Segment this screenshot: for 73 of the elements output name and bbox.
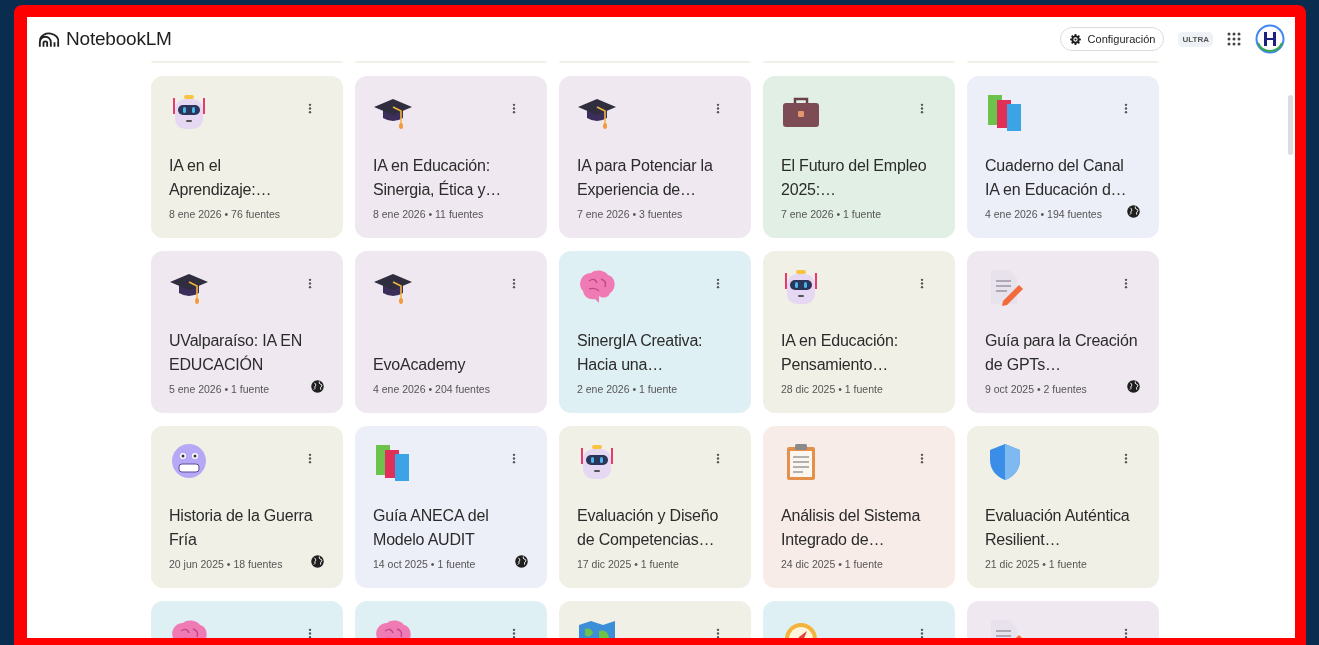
- notebook-card[interactable]: IA para Potenciar la Experiencia de… 7 ene 2026 • 3 fuentes: [559, 76, 751, 238]
- more-options-icon[interactable]: [308, 453, 312, 464]
- notebook-meta: 17 dic 2025 • 1 fuente: [577, 558, 679, 570]
- plan-badge: ULTRA: [1178, 31, 1213, 47]
- more-options-icon[interactable]: [716, 628, 720, 638]
- notebook-card[interactable]: IA en Educación: Sinergia, Ética y… 8 ene 2026 • 11 fuentes: [355, 76, 547, 238]
- notebook-card[interactable]: Evaluación y Diseño de Competencias… 17 dic 2025 • 1 fuente: [559, 426, 751, 588]
- notebook-card[interactable]: SinergIA Creativa: Hacia una… 2 ene 2026 • 1 fuente: [559, 251, 751, 413]
- notebook-meta: 24 dic 2025 • 1 fuente: [781, 558, 883, 570]
- notebook-title: Guía ANECA del Modelo AUDIT: [373, 506, 490, 550]
- apps-grid-icon[interactable]: [1227, 32, 1241, 46]
- notebook-title: Guía para la Creación de GPTs…: [985, 331, 1139, 375]
- settings-button[interactable]: Configuración: [1059, 27, 1165, 51]
- notebook-meta: 20 jun 2025 • 18 fuentes: [169, 558, 283, 570]
- notebook-card[interactable]: Guía para la Creación de GPTs… 9 oct 2025 • 2 fuentes: [967, 251, 1159, 413]
- more-options-icon[interactable]: [308, 278, 312, 289]
- more-options-icon[interactable]: [716, 278, 720, 289]
- notebook-meta: 4 ene 2026 • 194 fuentes: [985, 208, 1102, 220]
- notebook-meta: 5 ene 2026 • 1 fuente: [169, 383, 269, 395]
- notebook-meta: 7 ene 2026 • 3 fuentes: [577, 208, 683, 220]
- notebook-title: Evaluación y Diseño de Competencias…: [577, 506, 720, 550]
- notebook-meta: 9 oct 2025 • 2 fuentes: [985, 383, 1087, 395]
- notebook-title: EvoAcademy: [373, 355, 467, 375]
- more-options-icon[interactable]: [308, 103, 312, 114]
- avatar[interactable]: [1255, 24, 1285, 54]
- notebook-card[interactable]: EvoAcademy 4 ene 2026 • 204 fuentes: [355, 251, 547, 413]
- notebook-card[interactable]: IA en Educación: Pensamiento… 28 dic 2025 • 1 fuente: [763, 251, 955, 413]
- more-options-icon[interactable]: [920, 278, 924, 289]
- notebook-meta: 21 dic 2025 • 1 fuente: [985, 558, 1087, 570]
- settings-icon: [1068, 32, 1082, 46]
- more-options-icon[interactable]: [512, 453, 516, 464]
- notebook-title: Evaluación Auténtica Resilient…: [985, 506, 1131, 550]
- notebook-card[interactable]: Análisis del Sistema Integrado de… 24 dic 2025 • 1 fuente: [763, 426, 955, 588]
- more-options-icon[interactable]: [512, 628, 516, 638]
- notebook-title: El Futuro del Empleo 2025:…: [781, 156, 928, 200]
- more-options-icon[interactable]: [1124, 103, 1128, 114]
- logo-icon: [38, 30, 60, 48]
- notebook-card[interactable]: Guía ANECA del Modelo AUDIT 14 oct 2025 • 1 fuente: [355, 426, 547, 588]
- notebook-title: SinergIA Creativa: Hacia una…: [577, 331, 704, 375]
- notebook-meta: 7 ene 2026 • 1 fuente: [781, 208, 881, 220]
- notebook-meta: 28 dic 2025 • 1 fuente: [781, 383, 883, 395]
- notebook-meta: 2 ene 2026 • 1 fuente: [577, 383, 677, 395]
- scrollbar-thumb[interactable]: [1288, 95, 1293, 155]
- notebook-title: IA en el Aprendizaje:…: [169, 156, 273, 200]
- more-options-icon[interactable]: [716, 103, 720, 114]
- notebook-title: IA para Potenciar la Experiencia de…: [577, 156, 714, 200]
- notebook-card[interactable]: El Futuro del Empleo 2025:… 7 ene 2026 • 1 fuente: [763, 76, 955, 238]
- notebook-title: Historia de la Guerra Fría: [169, 506, 314, 550]
- more-options-icon[interactable]: [308, 628, 312, 638]
- notebook-meta: 14 oct 2025 • 1 fuente: [373, 558, 476, 570]
- more-options-icon[interactable]: [920, 103, 924, 114]
- notebook-card[interactable]: Cuaderno del Canal IA en Educación d… 4 ene 2026 • 194 fuentes: [967, 76, 1159, 238]
- notebook-card[interactable]: IA en el Aprendizaje:… 8 ene 2026 • 76 fuentes: [151, 76, 343, 238]
- more-options-icon[interactable]: [1124, 628, 1128, 638]
- notebook-meta: 8 ene 2026 • 76 fuentes: [169, 208, 281, 220]
- more-options-icon[interactable]: [1124, 278, 1128, 289]
- more-options-icon[interactable]: [1124, 453, 1128, 464]
- more-options-icon[interactable]: [512, 103, 516, 114]
- more-options-icon[interactable]: [716, 453, 720, 464]
- app-name: NotebookLM: [66, 28, 172, 50]
- notebook-title: IA en Educación: Pensamiento…: [781, 331, 899, 375]
- more-options-icon[interactable]: [920, 628, 924, 638]
- more-options-icon[interactable]: [512, 278, 516, 289]
- notebook-card[interactable]: Historia de la Guerra Fría 20 jun 2025 • 18 fuentes: [151, 426, 343, 588]
- notebook-title: Análisis del Sistema Integrado de…: [781, 506, 922, 550]
- notebook-title: IA en Educación: Sinergia, Ética y…: [373, 156, 502, 200]
- notebook-card[interactable]: Evaluación Auténtica Resilient… 21 dic 2025 • 1 fuente: [967, 426, 1159, 588]
- more-options-icon[interactable]: [920, 453, 924, 464]
- notebook-title: Cuaderno del Canal IA en Educación d…: [985, 156, 1128, 200]
- notebook-meta: 4 ene 2026 • 204 fuentes: [373, 383, 490, 395]
- notebook-title: UValparaíso: IA EN EDUCACIÓN: [169, 331, 304, 375]
- notebook-card[interactable]: UValparaíso: IA EN EDUCACIÓN 5 ene 2026 • 1 fuente: [151, 251, 343, 413]
- notebook-meta: 8 ene 2026 • 11 fuentes: [373, 208, 484, 220]
